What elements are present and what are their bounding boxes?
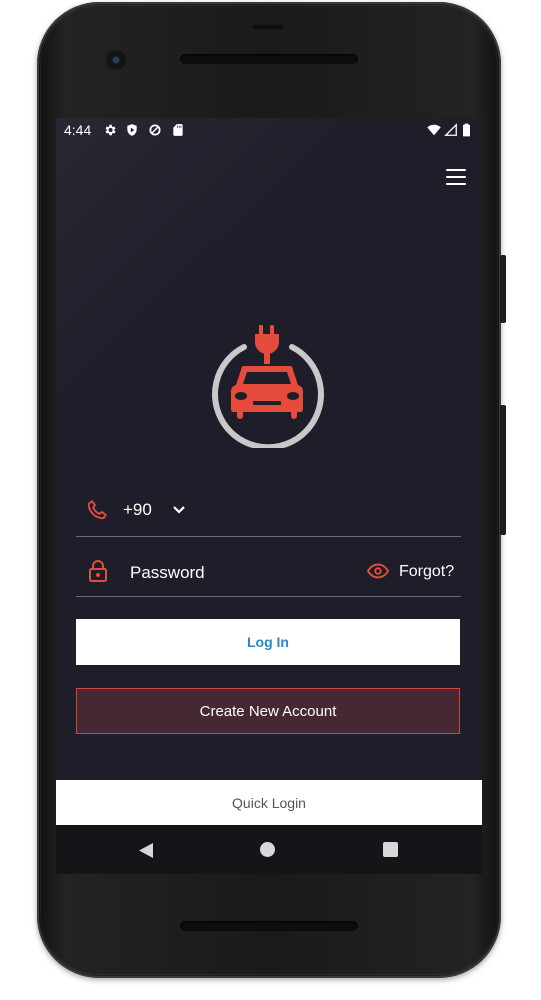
quick-login-button[interactable]: Quick Login [56, 780, 482, 825]
status-bar: 4:44 [56, 118, 482, 142]
log-in-button[interactable]: Log In [76, 619, 460, 665]
top-speaker [180, 54, 358, 64]
password-input[interactable] [130, 561, 300, 585]
hamburger-menu-icon[interactable] [444, 166, 470, 188]
create-account-button[interactable]: Create New Account [76, 688, 460, 734]
sensor [253, 25, 283, 29]
home-icon[interactable] [260, 842, 275, 857]
volume-button [500, 255, 506, 323]
chevron-down-icon[interactable] [172, 505, 186, 515]
status-time: 4:44 [64, 122, 92, 138]
shield-icon [127, 124, 137, 136]
sd-card-icon [173, 124, 183, 136]
android-nav-bar [56, 825, 482, 874]
country-code[interactable]: +90 [123, 500, 152, 520]
back-icon[interactable] [138, 842, 154, 859]
data-saver-icon [149, 124, 161, 136]
ev-charging-car-icon [212, 325, 324, 448]
bottom-speaker [180, 921, 358, 931]
forgot-password-link[interactable]: Forgot? [399, 563, 454, 581]
battery-icon [463, 123, 470, 137]
recents-icon[interactable] [383, 842, 398, 857]
signal-icon [444, 123, 457, 136]
wifi-icon [427, 124, 441, 136]
settings-icon [105, 124, 116, 136]
power-button [500, 405, 506, 535]
phone-icon [87, 500, 107, 520]
lock-icon [89, 560, 107, 582]
app-screen: 4:44 +90 Forgot? Log In Create New Accou… [56, 118, 482, 874]
eye-icon[interactable] [367, 563, 389, 579]
front-camera [106, 50, 126, 70]
